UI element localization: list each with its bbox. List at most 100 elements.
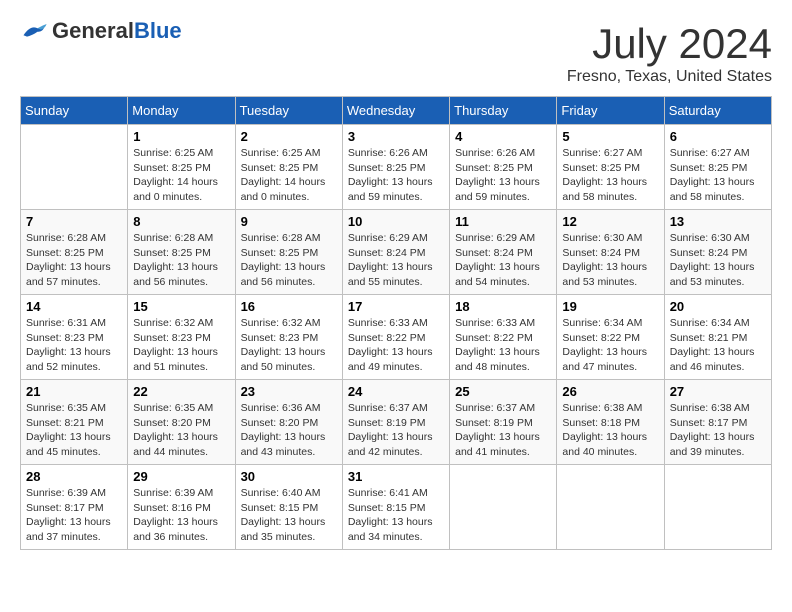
day-number: 5 <box>562 129 658 144</box>
calendar-week-row: 28 Sunrise: 6:39 AM Sunset: 8:17 PM Dayli… <box>21 465 772 550</box>
calendar-cell: 9 Sunrise: 6:28 AM Sunset: 8:25 PM Daylig… <box>235 210 342 295</box>
calendar-cell: 14 Sunrise: 6:31 AM Sunset: 8:23 PM Dayli… <box>21 295 128 380</box>
calendar-cell: 12 Sunrise: 6:30 AM Sunset: 8:24 PM Dayli… <box>557 210 664 295</box>
day-info: Sunrise: 6:30 AM Sunset: 8:24 PM Dayligh… <box>670 231 766 290</box>
calendar-cell: 11 Sunrise: 6:29 AM Sunset: 8:24 PM Dayli… <box>450 210 557 295</box>
weekday-header: Sunday <box>21 97 128 125</box>
weekday-header: Wednesday <box>342 97 449 125</box>
day-info: Sunrise: 6:28 AM Sunset: 8:25 PM Dayligh… <box>26 231 122 290</box>
day-number: 12 <box>562 214 658 229</box>
day-info: Sunrise: 6:32 AM Sunset: 8:23 PM Dayligh… <box>241 316 337 375</box>
calendar-cell <box>450 465 557 550</box>
weekday-header-row: SundayMondayTuesdayWednesdayThursdayFrid… <box>21 97 772 125</box>
calendar-cell: 1 Sunrise: 6:25 AM Sunset: 8:25 PM Daylig… <box>128 125 235 210</box>
day-info: Sunrise: 6:29 AM Sunset: 8:24 PM Dayligh… <box>348 231 444 290</box>
page-header: GeneralBlue July 2024 Fresno, Texas, Uni… <box>20 20 772 86</box>
calendar-table: SundayMondayTuesdayWednesdayThursdayFrid… <box>20 96 772 550</box>
calendar-cell: 29 Sunrise: 6:39 AM Sunset: 8:16 PM Dayli… <box>128 465 235 550</box>
calendar-cell: 27Sunrise: 6:38 AM Sunset: 8:17 PM Dayli… <box>664 380 771 465</box>
calendar-cell: 21 Sunrise: 6:35 AM Sunset: 8:21 PM Dayli… <box>21 380 128 465</box>
weekday-header: Friday <box>557 97 664 125</box>
day-number: 6 <box>670 129 766 144</box>
calendar-cell: 13 Sunrise: 6:30 AM Sunset: 8:24 PM Dayli… <box>664 210 771 295</box>
day-info: Sunrise: 6:25 AM Sunset: 8:25 PM Dayligh… <box>133 146 229 205</box>
day-number: 18 <box>455 299 551 314</box>
calendar-cell: 23Sunrise: 6:36 AM Sunset: 8:20 PM Dayli… <box>235 380 342 465</box>
day-number: 14 <box>26 299 122 314</box>
calendar-week-row: 14 Sunrise: 6:31 AM Sunset: 8:23 PM Dayli… <box>21 295 772 380</box>
calendar-cell: 19Sunrise: 6:34 AM Sunset: 8:22 PM Dayli… <box>557 295 664 380</box>
calendar-cell: 22 Sunrise: 6:35 AM Sunset: 8:20 PM Dayli… <box>128 380 235 465</box>
calendar-cell: 10 Sunrise: 6:29 AM Sunset: 8:24 PM Dayli… <box>342 210 449 295</box>
day-number: 30 <box>241 469 337 484</box>
weekday-header: Monday <box>128 97 235 125</box>
calendar-cell: 5 Sunrise: 6:27 AM Sunset: 8:25 PM Daylig… <box>557 125 664 210</box>
day-info: Sunrise: 6:27 AM Sunset: 8:25 PM Dayligh… <box>562 146 658 205</box>
day-info: Sunrise: 6:39 AM Sunset: 8:17 PM Dayligh… <box>26 486 122 545</box>
day-info: Sunrise: 6:34 AM Sunset: 8:22 PM Dayligh… <box>562 316 658 375</box>
day-number: 17 <box>348 299 444 314</box>
day-info: Sunrise: 6:31 AM Sunset: 8:23 PM Dayligh… <box>26 316 122 375</box>
day-number: 29 <box>133 469 229 484</box>
calendar-cell: 8 Sunrise: 6:28 AM Sunset: 8:25 PM Daylig… <box>128 210 235 295</box>
day-info: Sunrise: 6:32 AM Sunset: 8:23 PM Dayligh… <box>133 316 229 375</box>
day-info: Sunrise: 6:28 AM Sunset: 8:25 PM Dayligh… <box>241 231 337 290</box>
day-number: 8 <box>133 214 229 229</box>
calendar-cell: 4Sunrise: 6:26 AM Sunset: 8:25 PM Daylig… <box>450 125 557 210</box>
day-number: 4 <box>455 129 551 144</box>
day-info: Sunrise: 6:25 AM Sunset: 8:25 PM Dayligh… <box>241 146 337 205</box>
calendar-cell: 26Sunrise: 6:38 AM Sunset: 8:18 PM Dayli… <box>557 380 664 465</box>
weekday-header: Tuesday <box>235 97 342 125</box>
day-info: Sunrise: 6:33 AM Sunset: 8:22 PM Dayligh… <box>348 316 444 375</box>
calendar-week-row: 21 Sunrise: 6:35 AM Sunset: 8:21 PM Dayli… <box>21 380 772 465</box>
day-info: Sunrise: 6:37 AM Sunset: 8:19 PM Dayligh… <box>455 401 551 460</box>
calendar-week-row: 1 Sunrise: 6:25 AM Sunset: 8:25 PM Daylig… <box>21 125 772 210</box>
day-info: Sunrise: 6:33 AM Sunset: 8:22 PM Dayligh… <box>455 316 551 375</box>
calendar-cell: 31 Sunrise: 6:41 AM Sunset: 8:15 PM Dayli… <box>342 465 449 550</box>
day-info: Sunrise: 6:29 AM Sunset: 8:24 PM Dayligh… <box>455 231 551 290</box>
day-info: Sunrise: 6:28 AM Sunset: 8:25 PM Dayligh… <box>133 231 229 290</box>
day-info: Sunrise: 6:35 AM Sunset: 8:20 PM Dayligh… <box>133 401 229 460</box>
day-number: 21 <box>26 384 122 399</box>
logo-text: GeneralBlue <box>52 20 182 42</box>
day-info: Sunrise: 6:34 AM Sunset: 8:21 PM Dayligh… <box>670 316 766 375</box>
day-info: Sunrise: 6:30 AM Sunset: 8:24 PM Dayligh… <box>562 231 658 290</box>
day-number: 28 <box>26 469 122 484</box>
calendar-cell: 2 Sunrise: 6:25 AM Sunset: 8:25 PM Daylig… <box>235 125 342 210</box>
day-info: Sunrise: 6:39 AM Sunset: 8:16 PM Dayligh… <box>133 486 229 545</box>
day-number: 22 <box>133 384 229 399</box>
day-number: 13 <box>670 214 766 229</box>
day-number: 11 <box>455 214 551 229</box>
day-number: 3 <box>348 129 444 144</box>
calendar-cell <box>664 465 771 550</box>
calendar-cell: 6Sunrise: 6:27 AM Sunset: 8:25 PM Daylig… <box>664 125 771 210</box>
calendar-cell: 17 Sunrise: 6:33 AM Sunset: 8:22 PM Dayli… <box>342 295 449 380</box>
day-info: Sunrise: 6:41 AM Sunset: 8:15 PM Dayligh… <box>348 486 444 545</box>
calendar-cell: 30Sunrise: 6:40 AM Sunset: 8:15 PM Dayli… <box>235 465 342 550</box>
day-number: 9 <box>241 214 337 229</box>
title-block: July 2024 Fresno, Texas, United States <box>567 20 772 86</box>
day-info: Sunrise: 6:37 AM Sunset: 8:19 PM Dayligh… <box>348 401 444 460</box>
day-number: 31 <box>348 469 444 484</box>
calendar-cell <box>21 125 128 210</box>
calendar-week-row: 7 Sunrise: 6:28 AM Sunset: 8:25 PM Daylig… <box>21 210 772 295</box>
day-number: 10 <box>348 214 444 229</box>
day-number: 15 <box>133 299 229 314</box>
day-number: 7 <box>26 214 122 229</box>
calendar-cell: 24 Sunrise: 6:37 AM Sunset: 8:19 PM Dayli… <box>342 380 449 465</box>
day-number: 2 <box>241 129 337 144</box>
month-title: July 2024 <box>567 20 772 68</box>
calendar-cell: 7 Sunrise: 6:28 AM Sunset: 8:25 PM Daylig… <box>21 210 128 295</box>
day-number: 1 <box>133 129 229 144</box>
calendar-cell: 18 Sunrise: 6:33 AM Sunset: 8:22 PM Dayli… <box>450 295 557 380</box>
day-number: 24 <box>348 384 444 399</box>
calendar-cell: 28 Sunrise: 6:39 AM Sunset: 8:17 PM Dayli… <box>21 465 128 550</box>
location: Fresno, Texas, United States <box>567 68 772 86</box>
day-number: 26 <box>562 384 658 399</box>
calendar-cell: 3Sunrise: 6:26 AM Sunset: 8:25 PM Daylig… <box>342 125 449 210</box>
day-info: Sunrise: 6:36 AM Sunset: 8:20 PM Dayligh… <box>241 401 337 460</box>
day-info: Sunrise: 6:35 AM Sunset: 8:21 PM Dayligh… <box>26 401 122 460</box>
calendar-cell: 15 Sunrise: 6:32 AM Sunset: 8:23 PM Dayli… <box>128 295 235 380</box>
day-number: 16 <box>241 299 337 314</box>
calendar-cell: 20Sunrise: 6:34 AM Sunset: 8:21 PM Dayli… <box>664 295 771 380</box>
